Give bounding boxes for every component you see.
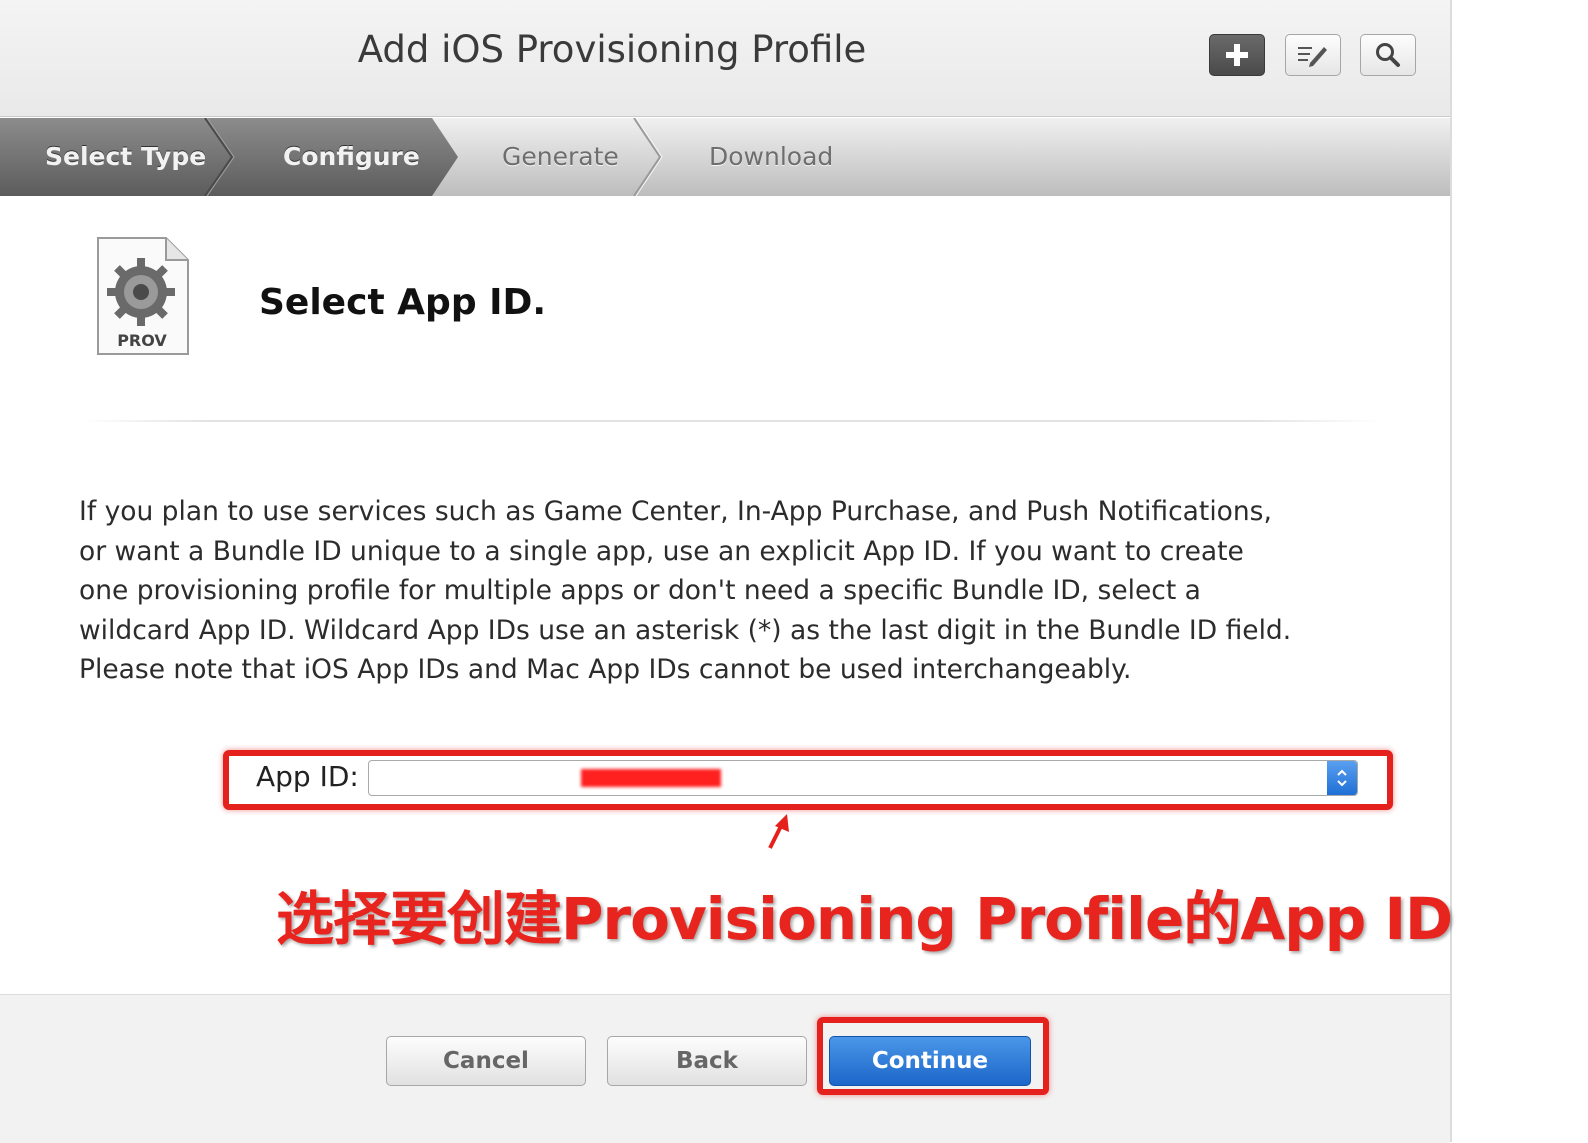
divider bbox=[80, 420, 1380, 422]
edit-icon bbox=[1298, 47, 1327, 67]
step-configure: Configure bbox=[283, 142, 420, 171]
provisioning-panel: Add iOS Provisioning Profile Select Type… bbox=[0, 0, 1453, 1143]
icon-label: PROV bbox=[117, 331, 167, 350]
section-title: Select App ID. bbox=[259, 282, 547, 323]
annotation-text: 选择要创建Provisioning Profile的App ID bbox=[276, 885, 1453, 953]
page-title: Add iOS Provisioning Profile bbox=[357, 28, 867, 71]
provisioning-file-icon: PROV bbox=[97, 237, 189, 355]
step-select-type: Select Type bbox=[45, 142, 207, 171]
edit-button[interactable] bbox=[1285, 34, 1341, 76]
header: Add iOS Provisioning Profile bbox=[0, 0, 1450, 117]
step-download: Download bbox=[709, 142, 834, 171]
description-text: If you plan to use services such as Game… bbox=[79, 496, 1292, 686]
search-icon bbox=[1376, 43, 1400, 67]
search-button[interactable] bbox=[1360, 34, 1416, 76]
cancel-button[interactable]: Cancel bbox=[386, 1036, 586, 1086]
plus-icon bbox=[1226, 44, 1248, 66]
annotation-highlight-continue bbox=[817, 1017, 1049, 1095]
step-generate: Generate bbox=[502, 142, 619, 171]
back-button[interactable]: Back bbox=[607, 1036, 807, 1086]
add-button[interactable] bbox=[1209, 34, 1265, 76]
annotation-highlight-app-id bbox=[223, 750, 1393, 810]
step-breadcrumb: Select Type Configure Generate Download bbox=[0, 118, 1450, 196]
annotation-arrow-icon bbox=[768, 814, 789, 849]
